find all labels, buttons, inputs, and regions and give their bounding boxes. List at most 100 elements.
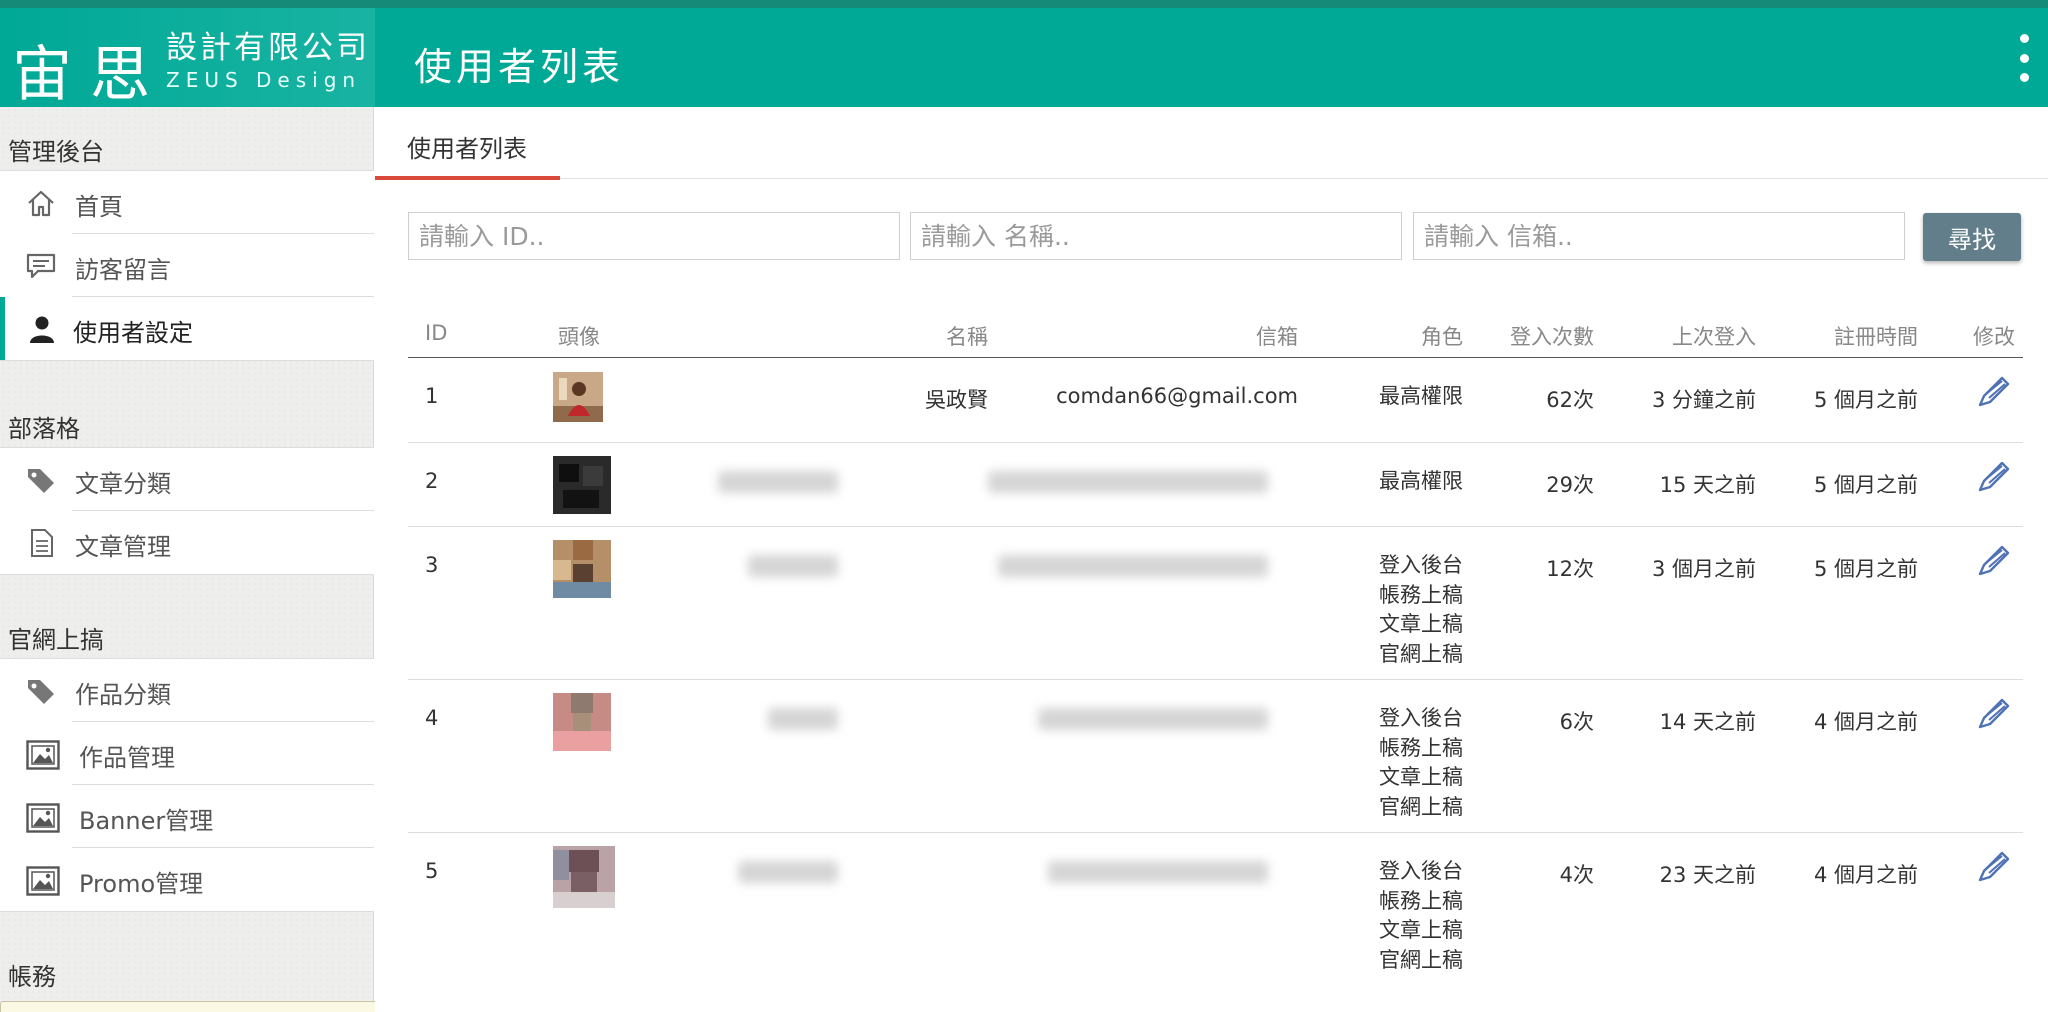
sidebar-item-banner-management[interactable]: Banner管理 [0,785,374,848]
column-header-id[interactable]: ID [425,321,447,345]
table-header: ID 頭像 名稱 信箱 角色 登入次數 上次登入 註冊時間 修改 [408,311,2023,358]
edit-pen-icon[interactable] [1976,459,2012,495]
role-label: 帳務上稿 [1379,735,1463,760]
column-header-edit[interactable]: 修改 [1908,321,2015,351]
sidebar-menu-website: 作品分類 作品管理 Banner管理 Promo管理 [0,658,374,912]
role-label: 官網上稿 [1379,794,1463,819]
sidebar-menu-blog: 文章分類 文章管理 [0,447,374,575]
sidebar-item-label: 作品管理 [79,744,175,772]
search-button[interactable]: 尋找 [1923,213,2021,261]
image-icon [26,866,60,896]
edit-pen-icon[interactable] [1976,696,2012,732]
cell-id: 5 [425,859,439,883]
more-vert-icon[interactable] [2014,34,2034,82]
role-label: 帳務上稿 [1379,888,1463,913]
cell-id: 3 [425,553,439,577]
blurred-name [748,555,838,577]
logo[interactable]: 宙思 設計有限公司 ZEUS Design [0,8,375,110]
column-header-avatar[interactable]: 頭像 [558,321,600,351]
sidebar-section-website: 官網上搞 [8,626,104,654]
page-title: 使用者列表 [414,45,625,89]
sidebar-item-user-settings[interactable]: 使用者設定 [0,297,374,360]
edit-pen-icon[interactable] [1976,543,2012,579]
blurred-email [1038,708,1268,730]
blurred-name [768,708,838,730]
tag-icon [28,469,54,493]
cell-id: 2 [425,469,439,493]
sidebar-item-label: Banner管理 [79,807,214,835]
cell-email: comdan66@gmail.com [1056,384,1298,408]
main-content: 使用者列表 尋找 ID 頭像 名稱 信箱 角色 登入次數 上次登入 註冊時間 修… [375,107,2048,1012]
home-icon [28,190,54,217]
blurred-name [718,471,838,493]
sidebar-item-messages[interactable]: 訪客留言 [0,234,374,297]
search-email-input[interactable] [1413,212,1905,260]
column-header-registered[interactable]: 註冊時間 [1718,321,1918,351]
cell-registered: 4 個月之前 [1813,710,1918,734]
cell-name: 吳政賢 [925,388,988,412]
sidebar-item-article-categories[interactable]: 文章分類 [0,448,374,511]
sidebar-menu-admin: 首頁 訪客留言 使用者設定 [0,170,374,361]
sidebar-item-label: 訪客留言 [75,256,171,284]
tag-icon [28,680,54,704]
sidebar-section-admin: 管理後台 [8,138,104,166]
sidebar-item-label: 使用者設定 [73,319,193,347]
avatar [553,372,603,422]
avatar [553,693,611,751]
avatar [553,540,611,598]
document-icon [31,529,53,557]
role-label: 文章上稿 [1379,765,1463,789]
avatar [553,846,615,908]
image-icon [26,740,60,770]
table-row[interactable]: 5 登入後台 帳務上稿 文章上稿 官網上稿 4次 23 天之前 4 個月之前 [408,833,2023,1012]
cell-id: 4 [425,706,439,730]
table-row[interactable]: 3 登入後台 帳務上稿 文章上稿 官網上稿 12次 3 個月之前 5 個月之前 [408,527,2023,680]
cell-registered: 5 個月之前 [1813,473,1918,497]
sidebar-item-home[interactable]: 首頁 [0,171,374,234]
cell-registered: 5 個月之前 [1813,388,1918,412]
tab-user-list[interactable]: 使用者列表 [375,107,560,180]
role-label: 文章上稿 [1379,612,1463,636]
table-row[interactable]: 1 吳政賢 comdan66@gmail.com 最高權限 62次 3 分鐘之前… [408,358,2023,443]
table-row[interactable]: 4 登入後台 帳務上稿 文章上稿 官網上稿 6次 14 天之前 4 個月之前 [408,680,2023,833]
sidebar-item-label: Promo管理 [79,870,204,898]
tab-active-indicator [375,176,560,180]
image-icon [26,803,60,833]
logo-mark: 宙思 [12,40,168,110]
cell-id: 1 [425,384,439,408]
blurred-email [988,471,1268,493]
user-icon [30,316,54,343]
role-label: 官網上稿 [1379,947,1463,972]
table-row[interactable]: 2 最高權限 29次 15 天之前 5 個月之前 [408,443,2023,527]
sidebar-item-label: 作品分類 [75,681,171,709]
cell-registered: 4 個月之前 [1813,863,1918,887]
avatar [553,456,611,514]
sidebar-section-blog: 部落格 [8,415,80,443]
blurred-email [998,555,1268,577]
sidebar: 管理後台 首頁 訪客留言 使用者設定 部落格 文章分類 文章管理 官網上搞 作品… [0,107,374,1012]
edit-pen-icon[interactable] [1976,849,2012,885]
sidebar-item-label: 首頁 [75,193,123,221]
role-label: 文章上稿 [1379,918,1463,942]
search-name-input[interactable] [910,212,1402,260]
role-label: 帳務上稿 [1379,582,1463,607]
sidebar-item-promo-management[interactable]: Promo管理 [0,848,374,911]
logo-company-name: 設計有限公司 [166,30,370,66]
app-header: 宙思 設計有限公司 ZEUS Design 使用者列表 [0,8,2048,110]
sidebar-item-label: 文章分類 [75,470,171,498]
edit-pen-icon[interactable] [1976,374,2012,410]
search-id-input[interactable] [408,212,900,260]
sidebar-item-work-management[interactable]: 作品管理 [0,722,374,785]
message-icon [26,253,56,279]
column-header-email[interactable]: 信箱 [1048,321,1298,351]
header-topline [0,0,2048,8]
tab-label: 使用者列表 [407,135,527,163]
column-header-name[interactable]: 名稱 [788,321,988,351]
sidebar-item-work-categories[interactable]: 作品分類 [0,659,374,722]
logo-english-name: ZEUS Design [166,68,362,92]
sidebar-item-article-management[interactable]: 文章管理 [0,511,374,574]
tab-bar: 使用者列表 [375,107,2048,180]
blurred-email [1048,861,1268,883]
sidebar-item-label: 文章管理 [75,533,171,561]
cell-registered: 5 個月之前 [1813,557,1918,581]
